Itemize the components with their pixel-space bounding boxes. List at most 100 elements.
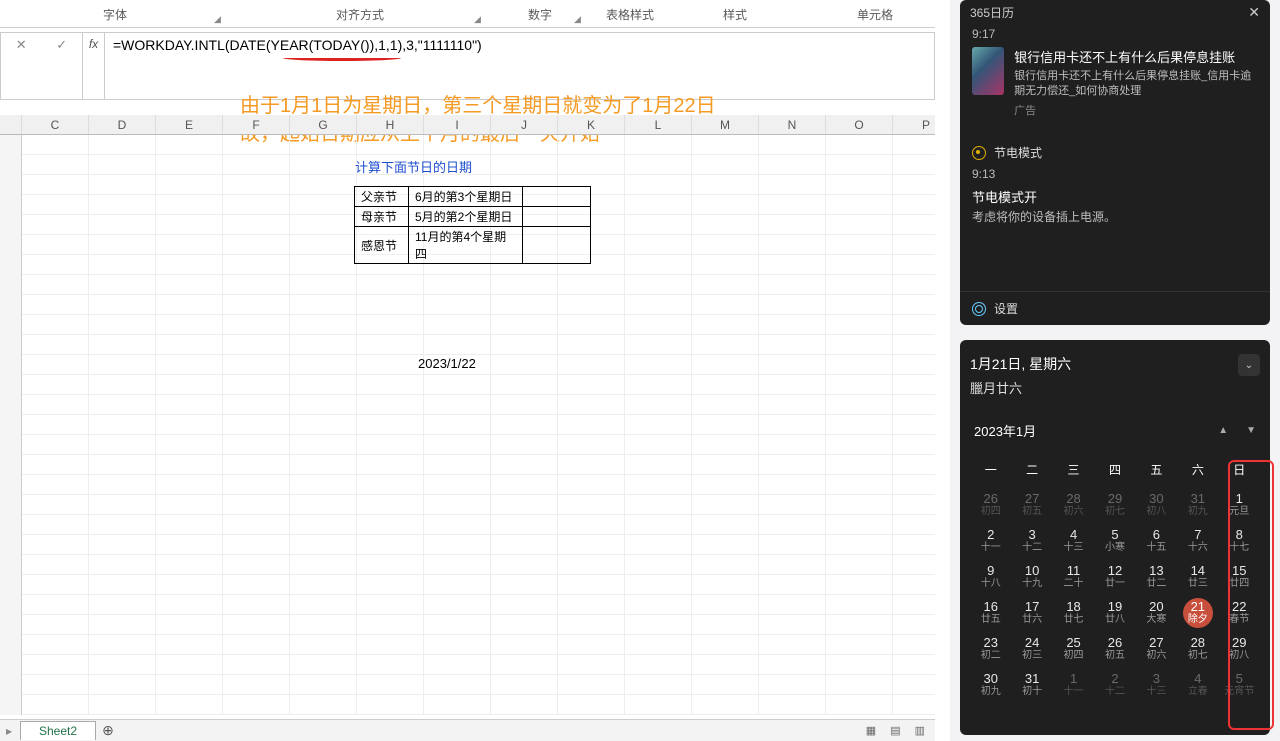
col-header[interactable]: O: [826, 115, 893, 134]
col-header[interactable]: K: [558, 115, 625, 134]
calendar-day[interactable]: 10十九: [1011, 560, 1052, 596]
calendar-day[interactable]: 20大寒: [1136, 596, 1177, 632]
view-layout-icon[interactable]: ▤: [890, 724, 900, 737]
calendar-day[interactable]: 12廿一: [1094, 560, 1135, 596]
power-mode-card[interactable]: 节电模式开 考虑将你的设备插上电源。: [960, 181, 1270, 225]
col-header[interactable]: H: [357, 115, 424, 134]
col-header[interactable]: L: [625, 115, 692, 134]
dialog-launcher-icon[interactable]: ◢: [474, 14, 486, 26]
calendar-day[interactable]: 15廿四: [1219, 560, 1260, 596]
notification-card[interactable]: 银行信用卡还不上有什么后果停息挂账 银行信用卡还不上有什么后果停息挂账_信用卡逾…: [960, 47, 1270, 128]
table-row: 母亲节5月的第2个星期日: [355, 207, 591, 227]
calendar-day[interactable]: 25初四: [1053, 632, 1094, 668]
ribbon-group-number[interactable]: 数字◢: [490, 0, 590, 28]
col-header[interactable]: C: [22, 115, 89, 134]
worksheet-table[interactable]: 父亲节6月的第3个星期日 母亲节5月的第2个星期日 感恩节11月的第4个星期四: [354, 186, 591, 264]
notification-time: 9:17: [960, 25, 1270, 47]
calendar-day[interactable]: 4立春: [1177, 668, 1218, 704]
cancel-icon[interactable]: ✕: [12, 37, 30, 53]
calendar-day[interactable]: 30初九: [970, 668, 1011, 704]
month-next-icon[interactable]: ▼: [1246, 425, 1256, 436]
add-sheet-button[interactable]: ⊕: [96, 722, 120, 739]
worksheet-title: 计算下面节日的日期: [355, 157, 472, 176]
calendar-day[interactable]: 28初六: [1053, 488, 1094, 524]
calendar-day[interactable]: 5元宵节: [1219, 668, 1260, 704]
windows-side-panel: 365日历 ✕ 9:17 银行信用卡还不上有什么后果停息挂账 银行信用卡还不上有…: [950, 0, 1280, 741]
ribbon-group-font[interactable]: 字体◢: [0, 0, 230, 28]
calendar-day[interactable]: 1元旦: [1219, 488, 1260, 524]
fx-icon[interactable]: fx: [83, 33, 105, 99]
calendar-day[interactable]: 7十六: [1177, 524, 1218, 560]
calendar-day[interactable]: 22春节: [1219, 596, 1260, 632]
calendar-day[interactable]: 16廿五: [970, 596, 1011, 632]
result-cell[interactable]: 2023/1/22: [418, 356, 476, 371]
col-header[interactable]: D: [89, 115, 156, 134]
ad-label: 广告: [1014, 102, 1258, 118]
calendar-day[interactable]: 30初八: [1136, 488, 1177, 524]
calendar-day[interactable]: 27初五: [1011, 488, 1052, 524]
calendar-dow: 四: [1094, 458, 1135, 488]
col-header[interactable]: G: [290, 115, 357, 134]
calendar-day[interactable]: 13廿二: [1136, 560, 1177, 596]
dialog-launcher-icon[interactable]: ◢: [214, 14, 226, 26]
dialog-launcher-icon[interactable]: ◢: [574, 14, 586, 26]
calendar-day[interactable]: 26初四: [970, 488, 1011, 524]
ribbon-group-tablestyle[interactable]: 表格样式: [590, 0, 670, 28]
calendar-day[interactable]: 31初十: [1011, 668, 1052, 704]
calendar-day[interactable]: 6十五: [1136, 524, 1177, 560]
col-header[interactable]: J: [491, 115, 558, 134]
month-prev-icon[interactable]: ▲: [1218, 425, 1228, 436]
calendar-day[interactable]: 2十二: [1094, 668, 1135, 704]
collapse-icon[interactable]: ⌄: [1238, 354, 1260, 376]
calendar-dow: 六: [1177, 458, 1218, 488]
calendar-day[interactable]: 4十三: [1053, 524, 1094, 560]
col-header[interactable]: I: [424, 115, 491, 134]
enter-icon[interactable]: ✓: [53, 37, 71, 53]
calendar-day[interactable]: 24初三: [1011, 632, 1052, 668]
close-icon[interactable]: ✕: [1248, 4, 1260, 21]
table-row: 父亲节6月的第3个星期日: [355, 187, 591, 207]
calendar-day[interactable]: 26初五: [1094, 632, 1135, 668]
formula-input[interactable]: =WORKDAY.INTL(DATE(YEAR(TODAY()),1,1),3,…: [105, 33, 934, 99]
calendar-day[interactable]: 14廿三: [1177, 560, 1218, 596]
calendar-month-label[interactable]: 2023年1月: [974, 421, 1036, 440]
calendar-day[interactable]: 3十二: [1011, 524, 1052, 560]
calendar-day[interactable]: 17廿六: [1011, 596, 1052, 632]
calendar-day[interactable]: 19廿八: [1094, 596, 1135, 632]
view-pagebreak-icon[interactable]: ▥: [915, 724, 925, 737]
calendar-day[interactable]: 3十三: [1136, 668, 1177, 704]
sheet-tab-bar: ▸ Sheet2 ⊕ ▦ ▤ ▥: [0, 719, 935, 741]
ribbon-group-cells[interactable]: 单元格: [800, 0, 950, 28]
calendar-widget: 1月21日, 星期六 臘月廿六 ⌄ 2023年1月 ▲ ▼ 一二三四五六日26初…: [960, 340, 1270, 735]
calendar-grid[interactable]: 一二三四五六日26初四27初五28初六29初七30初八31初九1元旦2十一3十二…: [970, 458, 1260, 704]
ribbon-group-styles[interactable]: 样式: [670, 0, 800, 28]
calendar-day[interactable]: 21除夕: [1177, 596, 1218, 632]
calendar-day[interactable]: 8十七: [1219, 524, 1260, 560]
calendar-day[interactable]: 29初七: [1094, 488, 1135, 524]
calendar-day[interactable]: 11二十: [1053, 560, 1094, 596]
tab-nav-prev-icon[interactable]: ▸: [0, 724, 18, 738]
col-header[interactable]: M: [692, 115, 759, 134]
calendar-day[interactable]: 5小寒: [1094, 524, 1135, 560]
col-header[interactable]: N: [759, 115, 826, 134]
calendar-day[interactable]: 18廿七: [1053, 596, 1094, 632]
col-header[interactable]: F: [223, 115, 290, 134]
calendar-day[interactable]: 2十一: [970, 524, 1011, 560]
power-mode-row[interactable]: 节电模式: [960, 128, 1270, 167]
column-headers[interactable]: C D E F G H I J K L M N O P: [0, 115, 935, 135]
calendar-day[interactable]: 28初七: [1177, 632, 1218, 668]
calendar-day[interactable]: 23初二: [970, 632, 1011, 668]
calendar-day[interactable]: 29初八: [1219, 632, 1260, 668]
col-header[interactable]: E: [156, 115, 223, 134]
ribbon-groups: 字体◢ 对齐方式◢ 数字◢ 表格样式 样式 单元格: [0, 0, 935, 28]
formula-bar: ✕ ✓ fx =WORKDAY.INTL(DATE(YEAR(TODAY()),…: [0, 32, 935, 100]
calendar-day[interactable]: 9十八: [970, 560, 1011, 596]
calendar-day[interactable]: 27初六: [1136, 632, 1177, 668]
view-normal-icon[interactable]: ▦: [866, 724, 876, 737]
ribbon-group-alignment[interactable]: 对齐方式◢: [230, 0, 490, 28]
sheet-tab-active[interactable]: Sheet2: [20, 721, 96, 740]
row-headers[interactable]: [0, 135, 22, 715]
calendar-day[interactable]: 31初九: [1177, 488, 1218, 524]
notification-settings[interactable]: 设置: [960, 291, 1270, 325]
calendar-day[interactable]: 1十一: [1053, 668, 1094, 704]
